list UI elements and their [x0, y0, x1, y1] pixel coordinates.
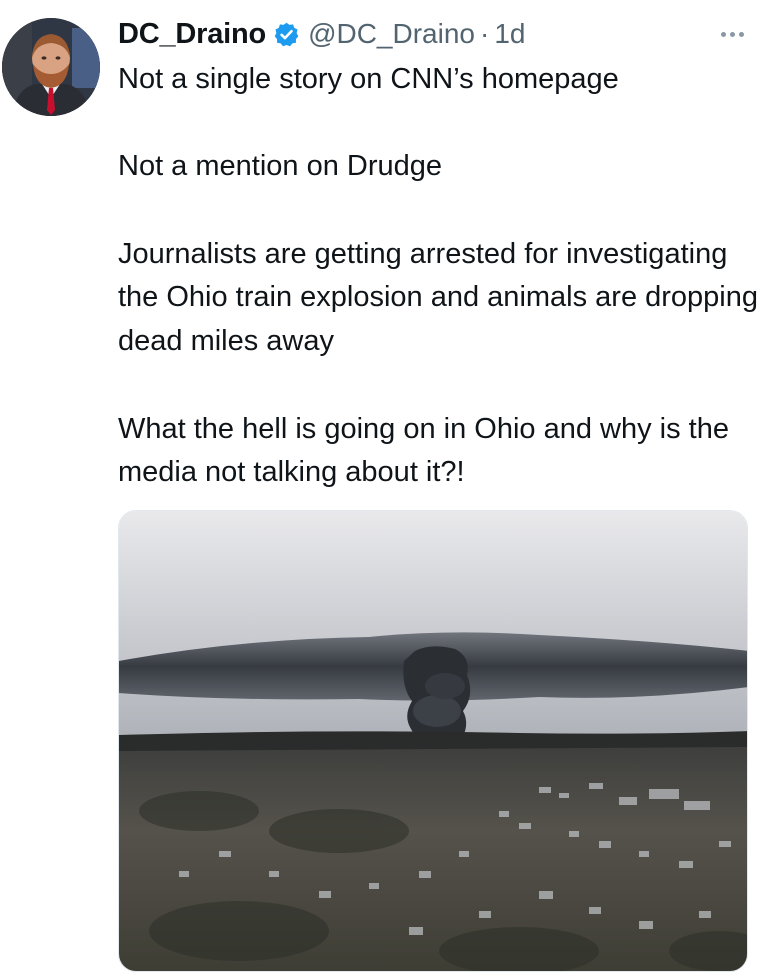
tweet-paragraph: Not a single story on CNN’s homepage: [118, 63, 619, 95]
verified-badge-icon: [273, 21, 300, 48]
more-options-icon[interactable]: [712, 22, 752, 46]
display-name[interactable]: DC_Draino: [118, 18, 266, 51]
timestamp[interactable]: 1d: [494, 18, 525, 50]
tweet: DC_Draino @DC_Draino · 1d Not a single s…: [0, 0, 764, 977]
avatar[interactable]: [2, 18, 100, 116]
user-handle[interactable]: @DC_Draino: [308, 18, 475, 50]
tweet-header: DC_Draino @DC_Draino · 1d: [118, 14, 525, 54]
tweet-paragraph: What the hell is going on in Ohio and wh…: [118, 412, 729, 489]
tweet-text: Not a single story on CNN’s homepage Not…: [118, 58, 758, 495]
tweet-photo[interactable]: [118, 510, 748, 972]
tweet-paragraph: Not a mention on Drudge: [118, 150, 443, 183]
separator-dot: ·: [479, 18, 490, 49]
tweet-paragraph: Journalists are getting arrested for inv…: [118, 237, 759, 358]
